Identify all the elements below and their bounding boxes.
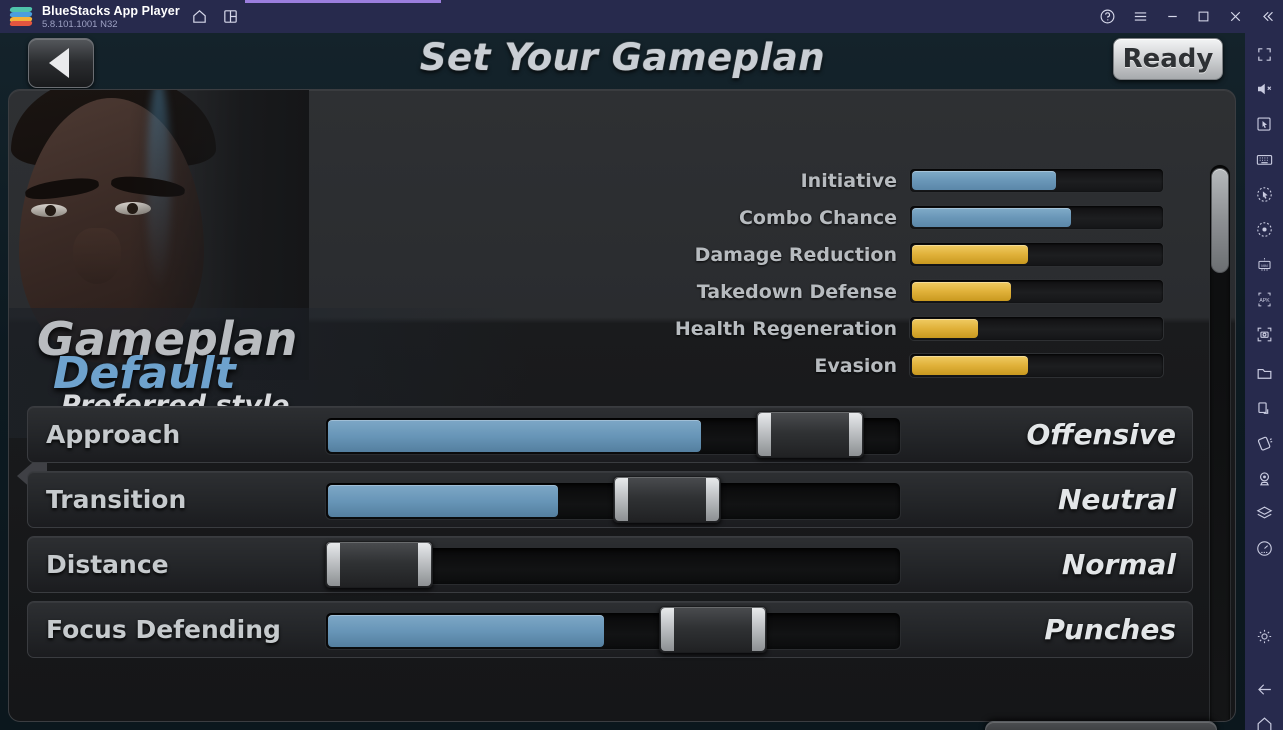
svg-text:APK: APK bbox=[1259, 297, 1270, 303]
bluestacks-logo bbox=[9, 7, 33, 26]
slider-row-distance[interactable]: Distance Normal bbox=[27, 536, 1193, 593]
stat-label: Damage Reduction bbox=[694, 243, 897, 266]
slider-value: Neutral bbox=[1057, 483, 1176, 516]
slider-value: Offensive bbox=[1026, 418, 1176, 451]
stat-label: Health Regeneration bbox=[674, 317, 897, 340]
hamburger-menu-icon[interactable] bbox=[1129, 6, 1151, 27]
stat-row: Evasion bbox=[649, 347, 1189, 384]
cursor-pointer-icon[interactable] bbox=[1252, 112, 1276, 136]
slider-label: Distance bbox=[46, 550, 169, 579]
slider-handle[interactable] bbox=[756, 411, 864, 458]
mute-icon[interactable] bbox=[1252, 77, 1276, 101]
stat-row: Damage Reduction bbox=[649, 236, 1189, 273]
stat-bar-fill bbox=[912, 171, 1057, 190]
svg-text:MM: MM bbox=[1261, 262, 1268, 267]
stat-row: Combo Chance bbox=[649, 199, 1189, 236]
panel-scrollbar-thumb[interactable] bbox=[1211, 168, 1229, 273]
ready-button[interactable]: Ready bbox=[1113, 38, 1223, 80]
slider-fill bbox=[328, 420, 702, 452]
help-icon[interactable] bbox=[1096, 6, 1118, 27]
stat-row: Health Regeneration bbox=[649, 310, 1189, 347]
stat-bar-fill bbox=[912, 319, 978, 338]
slider-handle[interactable] bbox=[659, 606, 767, 653]
location-icon[interactable] bbox=[1252, 466, 1276, 490]
stat-bar-track bbox=[909, 353, 1164, 378]
multi-instance-icon[interactable] bbox=[219, 6, 241, 27]
stat-bar-fill bbox=[912, 282, 1011, 301]
stat-bar-fill bbox=[912, 356, 1029, 375]
install-apk-icon[interactable]: APK bbox=[1252, 287, 1276, 311]
ready-button-label: Ready bbox=[1122, 44, 1214, 74]
slider-track[interactable] bbox=[325, 612, 901, 650]
keyboard-controls-icon[interactable] bbox=[1252, 147, 1276, 171]
app-version: 5.8.101.1001 N32 bbox=[42, 19, 118, 30]
slider-value: Normal bbox=[1061, 548, 1176, 581]
home-icon[interactable] bbox=[188, 6, 210, 27]
shake-icon[interactable] bbox=[1252, 431, 1276, 455]
slider-row-approach[interactable]: Approach Offensive bbox=[27, 406, 1193, 463]
active-tab-indicator bbox=[245, 0, 441, 3]
game-viewport: Set Your Gameplan Ready Gameplan Default… bbox=[0, 33, 1245, 730]
slider-fill bbox=[328, 615, 604, 647]
media-manager-icon[interactable] bbox=[1252, 361, 1276, 385]
home-icon[interactable] bbox=[1252, 712, 1276, 730]
rotate-screen-icon[interactable] bbox=[1252, 396, 1276, 420]
stat-bar-track bbox=[909, 242, 1164, 267]
screen-root: BlueStacks App Player 5.8.101.1001 N32 M… bbox=[0, 0, 1283, 730]
slider-handle[interactable] bbox=[613, 476, 721, 523]
stat-bar-fill bbox=[912, 245, 1029, 264]
stat-label: Evasion bbox=[814, 354, 897, 377]
performance-icon[interactable] bbox=[1252, 536, 1276, 560]
slider-handle[interactable] bbox=[325, 541, 433, 588]
slider-value: Punches bbox=[1044, 613, 1176, 646]
stat-bar-track bbox=[909, 168, 1164, 193]
window-titlebar: BlueStacks App Player 5.8.101.1001 N32 bbox=[0, 0, 1283, 33]
app-title: BlueStacks App Player bbox=[42, 4, 180, 18]
stat-row: Takedown Defense bbox=[649, 273, 1189, 310]
attribute-stats-list: Initiative Combo Chance Damage Reduction bbox=[649, 162, 1189, 384]
record-screen-icon[interactable] bbox=[1252, 217, 1276, 241]
slider-label: Transition bbox=[46, 485, 187, 514]
minimize-icon[interactable] bbox=[1161, 6, 1183, 27]
multi-instance-manager-icon[interactable]: MM bbox=[1252, 252, 1276, 276]
stat-label: Combo Chance bbox=[738, 206, 897, 229]
slider-label: Approach bbox=[46, 420, 181, 449]
stat-label: Initiative bbox=[800, 169, 897, 192]
apply-to-all-button[interactable]: Apply to all bbox=[985, 721, 1217, 730]
screenshot-icon[interactable] bbox=[1252, 322, 1276, 346]
slider-fill bbox=[328, 485, 558, 517]
stat-bar-fill bbox=[912, 208, 1072, 227]
stat-bar-track bbox=[909, 205, 1164, 230]
stat-row: Initiative bbox=[649, 162, 1189, 199]
collapse-icon[interactable] bbox=[1256, 6, 1278, 27]
game-header: Set Your Gameplan Ready bbox=[0, 33, 1245, 93]
fullscreen-icon[interactable] bbox=[1252, 42, 1276, 66]
settings-gear-icon[interactable] bbox=[1252, 624, 1276, 648]
bluestacks-sidebar: MM APK bbox=[1245, 33, 1283, 730]
maximize-icon[interactable] bbox=[1192, 6, 1214, 27]
stat-bar-track bbox=[909, 279, 1164, 304]
close-icon[interactable] bbox=[1224, 6, 1246, 27]
slider-label: Focus Defending bbox=[46, 615, 281, 644]
stat-bar-track bbox=[909, 316, 1164, 341]
layers-icon[interactable] bbox=[1252, 501, 1276, 525]
gameplan-panel: Gameplan Default Preferred style Initiat… bbox=[8, 89, 1236, 722]
stat-label: Takedown Defense bbox=[696, 280, 897, 303]
page-title: Set Your Gameplan bbox=[419, 36, 826, 79]
slider-row-transition[interactable]: Transition Neutral bbox=[27, 471, 1193, 528]
cursor-arrow-icon bbox=[1168, 726, 1202, 730]
back-icon[interactable] bbox=[1252, 677, 1276, 701]
macro-recorder-icon[interactable] bbox=[1252, 182, 1276, 206]
slider-row-focus-defending[interactable]: Focus Defending Punches bbox=[27, 601, 1193, 658]
